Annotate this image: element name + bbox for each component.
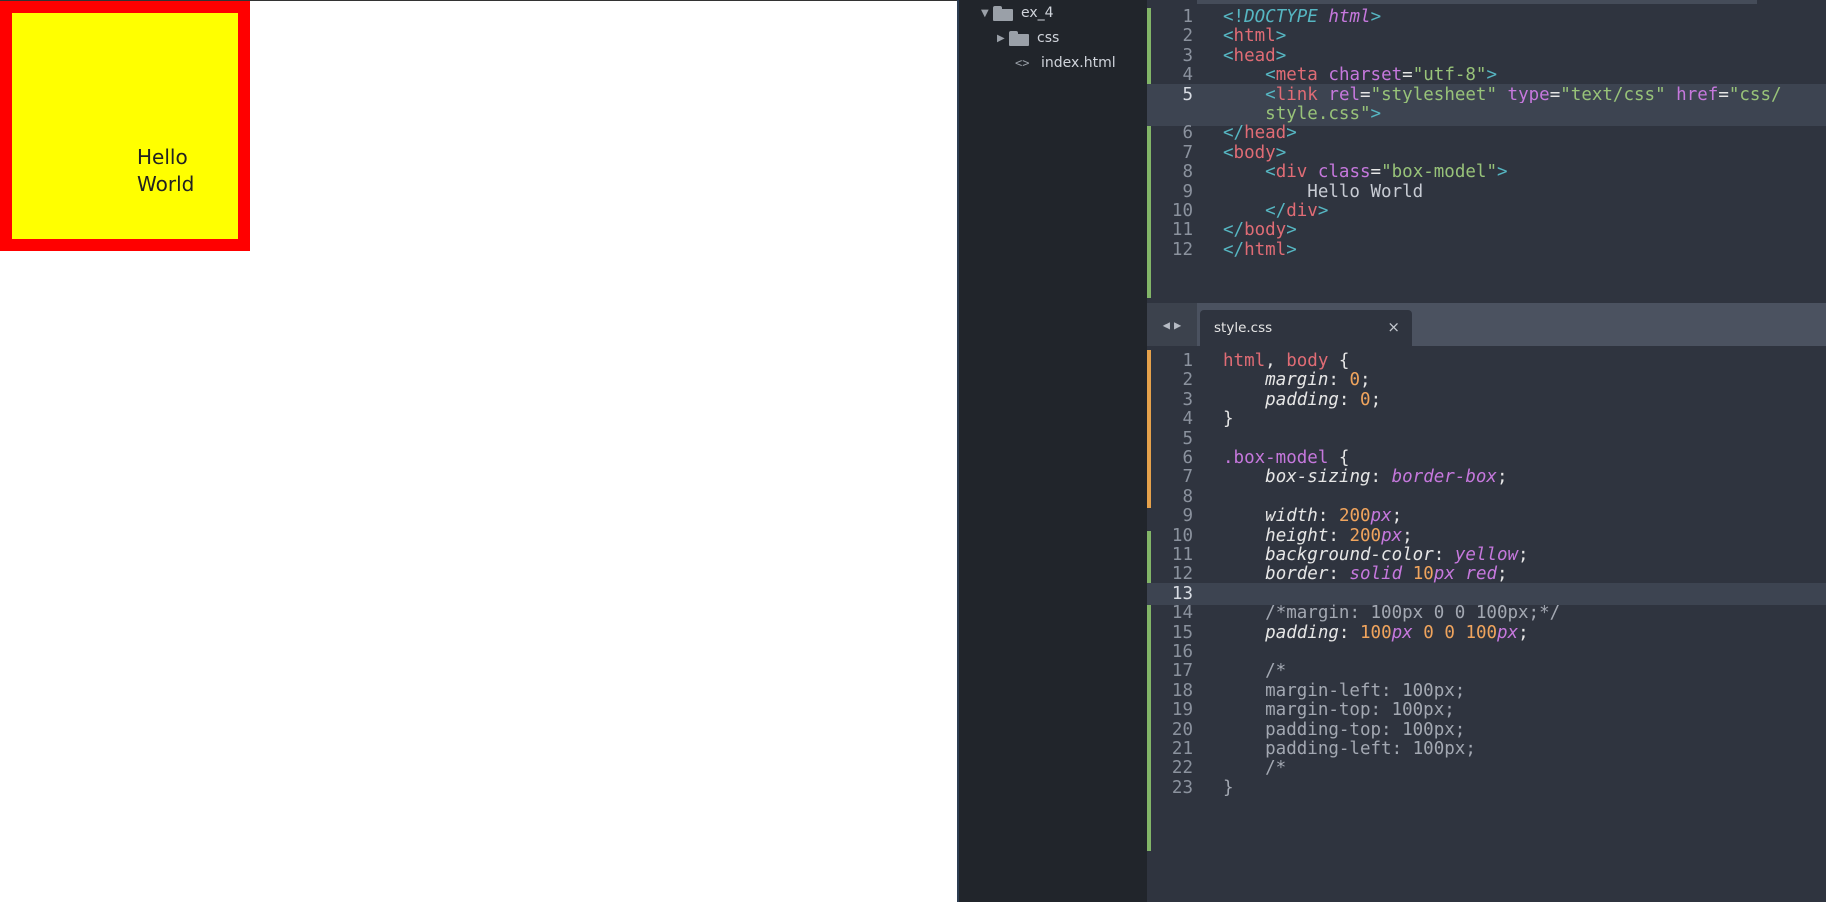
tab-strip-edge [1197,0,1757,4]
tree-item-label: ex_4 [1021,5,1054,21]
tree-item-label: index.html [1041,55,1116,71]
tab-style-css[interactable]: style.css × [1200,310,1412,346]
tree-item-css[interactable]: ▶ css [997,27,1059,49]
chevron-down-icon: ▼ [981,7,989,19]
box-model-text: Hello World [137,145,195,196]
box-model-div: Hello World [0,1,250,251]
tab-bar: ◀ ▶ style.css × [1147,303,1826,346]
code-text: } [1223,777,1234,798]
tree-item-ex4[interactable]: ▼ ex_4 [981,2,1054,24]
code-file-icon: <> [1015,56,1030,70]
editor-pane-index-html[interactable]: 1 <!DOCTYPE html> 2 <html> 3 <head> 4 <meta ch… [1147,0,1826,303]
tab-nav[interactable]: ◀ ▶ [1147,303,1197,346]
tab-label: style.css [1214,320,1273,336]
code-editor: 1 <!DOCTYPE html> 2 <html> 3 <head> 4 <meta ch… [1147,0,1826,902]
folder-open-icon [993,5,1013,21]
code-line[interactable]: 23} [1147,777,1826,800]
arrow-right-icon[interactable]: ▶ [1174,318,1181,332]
file-tree-sidebar: ▼ ex_4 ▶ css <> index.html [959,0,1147,902]
browser-preview: Hello World [0,0,957,902]
tree-item-label: css [1037,30,1060,46]
chevron-right-icon: ▶ [997,32,1005,44]
line-number: 23 [1171,777,1193,798]
arrow-left-icon[interactable]: ◀ [1163,318,1170,332]
line-number: 12 [1171,239,1193,260]
editor-pane-style-css[interactable]: 1 html, body {2 margin: 0; 3 padding: 0; 4}… [1147,346,1826,902]
folder-icon [1009,30,1029,46]
code-line[interactable]: 12 </html> [1147,239,1826,262]
tree-item-index-html[interactable]: <> index.html [1015,52,1116,74]
close-icon[interactable]: × [1387,318,1400,336]
code-text: </html> [1223,239,1297,260]
